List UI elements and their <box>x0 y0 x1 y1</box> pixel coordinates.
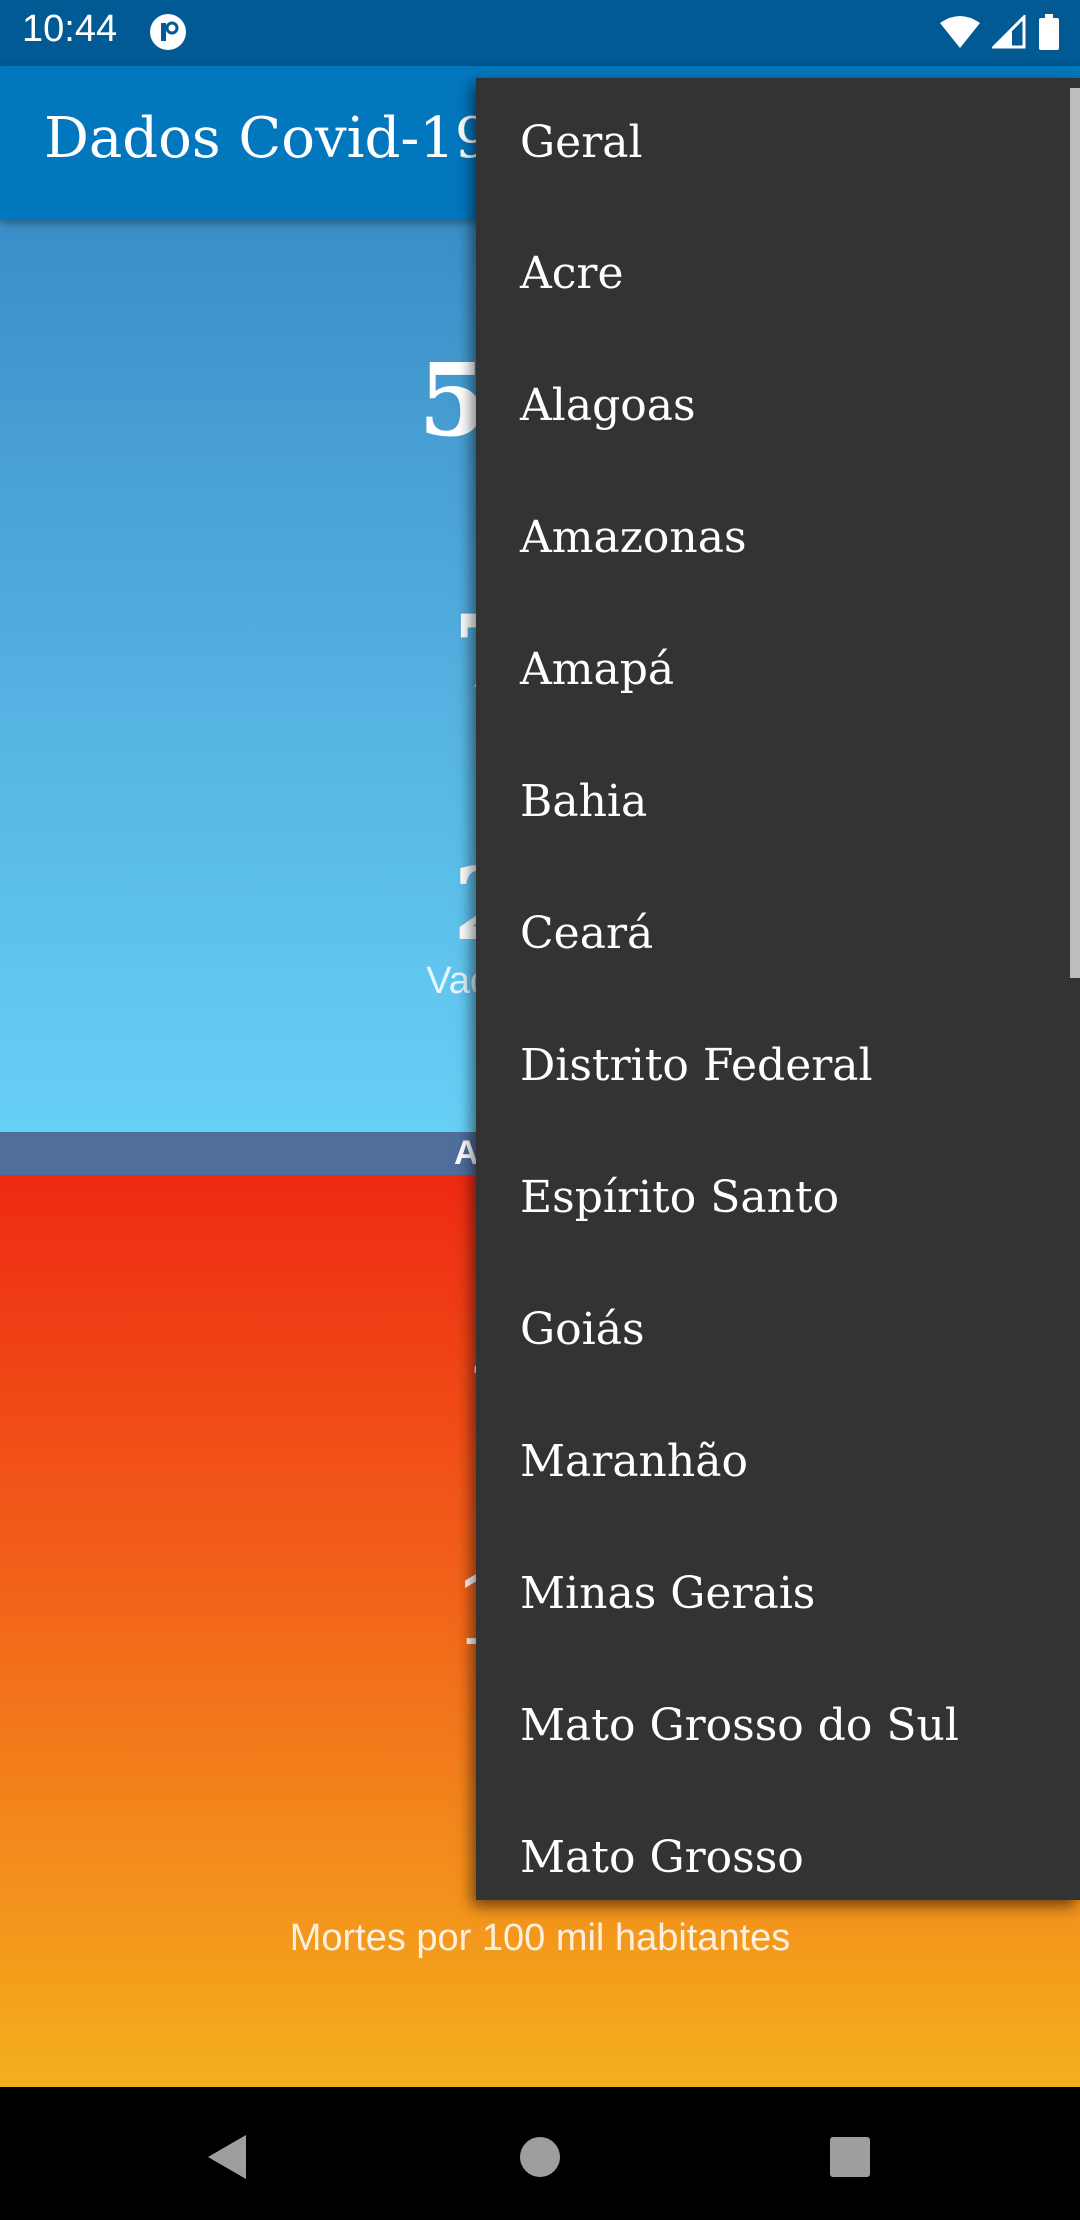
status-time: 10:44 <box>22 8 118 50</box>
dropdown-item-distrito-federal[interactable]: Distrito Federal <box>476 1000 1080 1132</box>
dropdown-item-minas-gerais[interactable]: Minas Gerais <box>476 1528 1080 1660</box>
signal-icon <box>992 15 1026 49</box>
dropdown-item-amazonas[interactable]: Amazonas <box>476 472 1080 604</box>
navigation-bar <box>0 2087 1080 2220</box>
status-bar: 10:44 <box>0 0 1080 66</box>
dropdown-item-espirito-santo[interactable]: Espírito Santo <box>476 1132 1080 1264</box>
status-icons <box>940 12 1060 52</box>
app-title: Dados Covid-19 <box>44 106 491 171</box>
dropdown-item-bahia[interactable]: Bahia <box>476 736 1080 868</box>
dropdown-item-mato-grosso[interactable]: Mato Grosso <box>476 1792 1080 1900</box>
battery-icon <box>1039 14 1059 50</box>
dropdown-scrollbar[interactable] <box>1070 88 1080 978</box>
dropdown-item-alagoas[interactable]: Alagoas <box>476 340 1080 472</box>
wifi-icon <box>940 16 980 48</box>
recents-icon[interactable] <box>820 2127 880 2187</box>
dropdown-item-ceara[interactable]: Ceará <box>476 868 1080 1000</box>
dropdown-item-amapa[interactable]: Amapá <box>476 604 1080 736</box>
dropdown-item-maranhao[interactable]: Maranhão <box>476 1396 1080 1528</box>
dropdown-item-goias[interactable]: Goiás <box>476 1264 1080 1396</box>
app-notification-icon <box>150 14 186 50</box>
stat-label: Mortes por 100 mil habitantes <box>289 1917 791 1959</box>
back-icon[interactable] <box>198 2127 258 2187</box>
region-dropdown-menu[interactable]: Geral Acre Alagoas Amazonas Amapá Bahia … <box>476 78 1080 1900</box>
dropdown-item-acre[interactable]: Acre <box>476 208 1080 340</box>
dropdown-item-mato-grosso-do-sul[interactable]: Mato Grosso do Sul <box>476 1660 1080 1792</box>
dropdown-item-geral[interactable]: Geral <box>476 78 1080 208</box>
home-icon[interactable] <box>510 2127 570 2187</box>
